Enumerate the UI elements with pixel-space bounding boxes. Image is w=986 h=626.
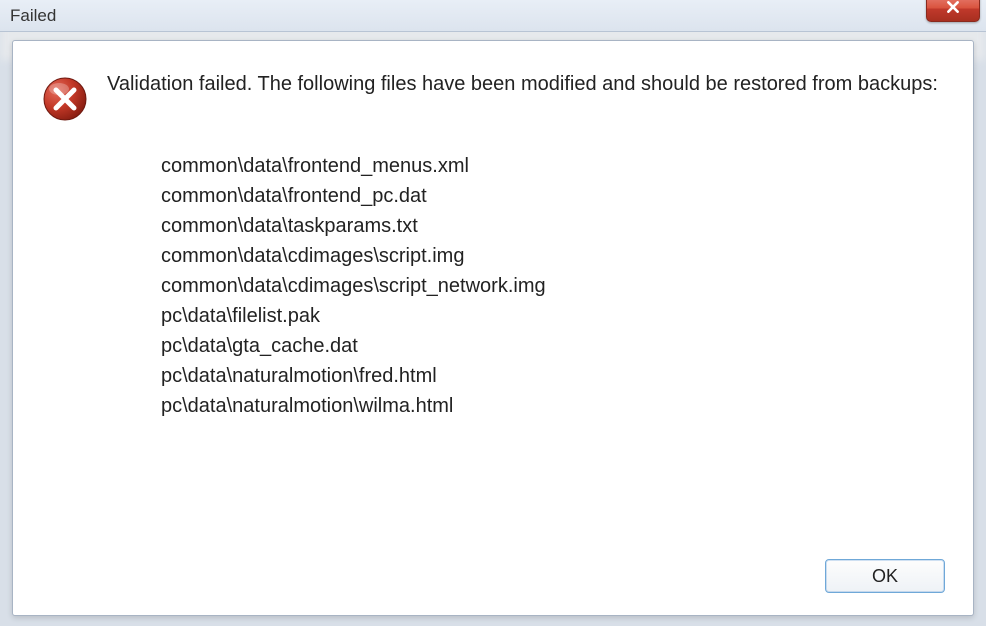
close-icon [946,0,960,17]
list-item: pc\data\filelist.pak [161,301,945,331]
titlebar[interactable]: Failed [0,0,986,32]
error-dialog: Failed [0,0,986,626]
error-message: Validation failed. The following files h… [107,71,945,98]
list-item: common\data\frontend_menus.xml [161,151,945,181]
list-item: common\data\cdimages\script.img [161,241,945,271]
close-button[interactable] [926,0,980,22]
message-row: Validation failed. The following files h… [41,71,945,123]
file-list: common\data\frontend_menus.xml common\da… [161,151,945,421]
list-item: pc\data\naturalmotion\fred.html [161,361,945,391]
ok-button[interactable]: OK [825,559,945,593]
list-item: common\data\taskparams.txt [161,211,945,241]
list-item: pc\data\naturalmotion\wilma.html [161,391,945,421]
list-item: common\data\cdimages\script_network.img [161,271,945,301]
dialog-body: Validation failed. The following files h… [12,40,974,616]
error-icon [41,75,89,123]
list-item: common\data\frontend_pc.dat [161,181,945,211]
dialog-title: Failed [10,6,56,26]
button-row: OK [41,541,945,593]
list-item: pc\data\gta_cache.dat [161,331,945,361]
